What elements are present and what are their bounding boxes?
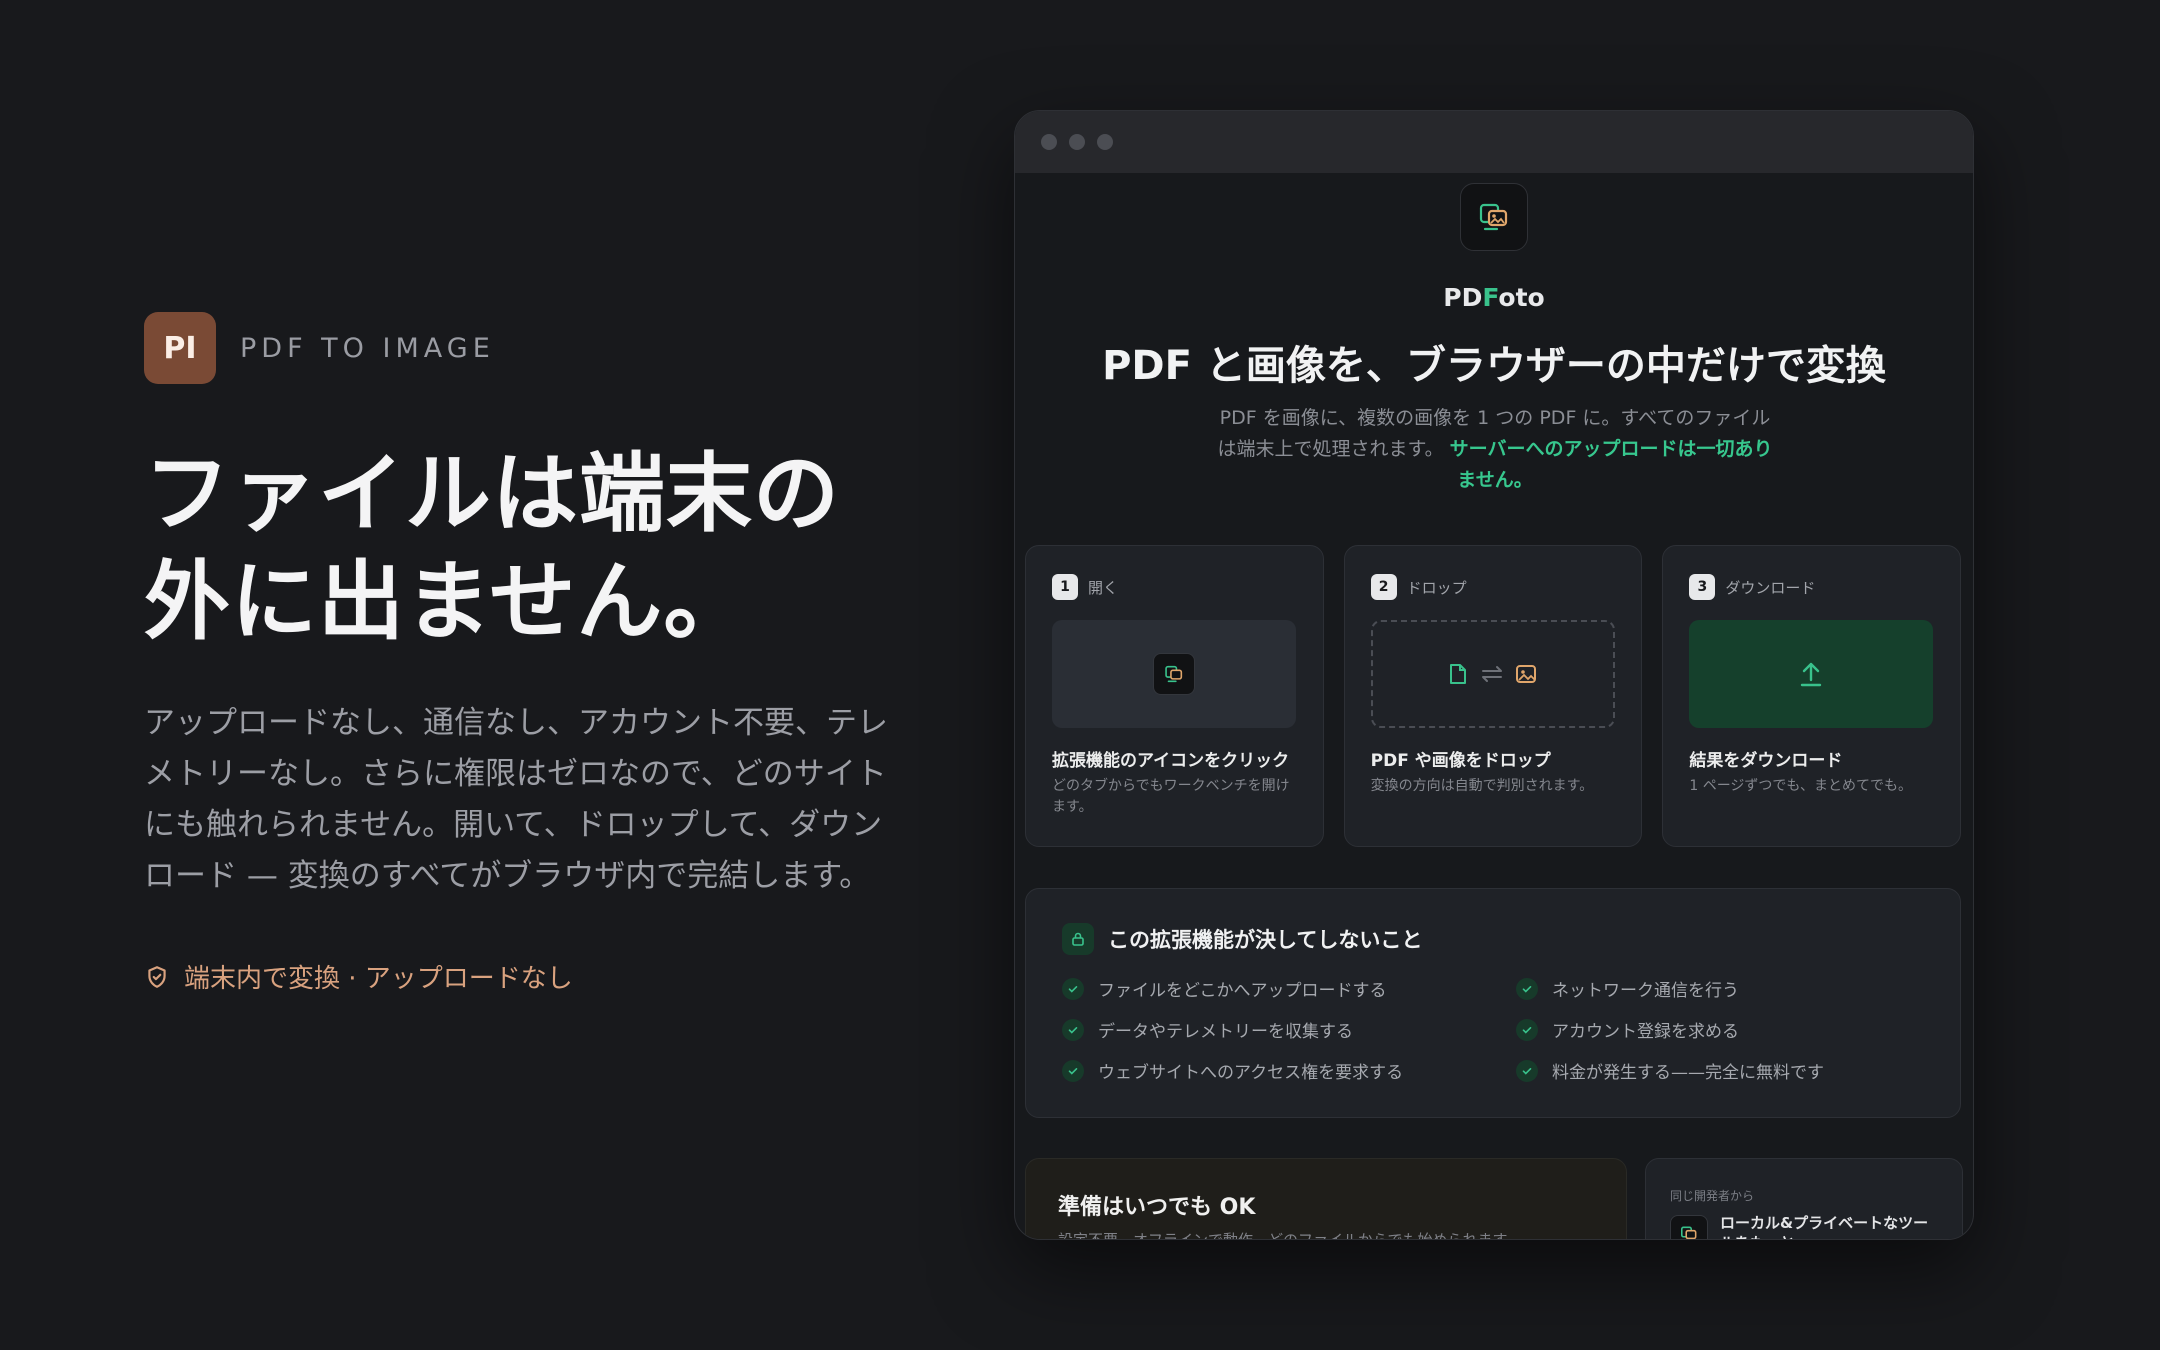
list-item-label: ファイルをどこかへアップロードする [1098,981,1387,1001]
ready-subtitle: 設定不要、オフラインで動作。どのファイルからでも始められます。 [1058,1231,1522,1240]
step-description: 変換の方向は自動で判別されます。 [1370,778,1594,794]
drop-zone[interactable] [1370,620,1615,728]
brand-tagline: PDF TO IMAGE [240,332,495,364]
lock-icon [1062,923,1094,955]
brand: PI PDF TO IMAGE [144,312,924,384]
hero-title: ファイルは端末の 外に出ません。 [144,440,924,656]
never-do-header: この拡張機能が決してしないこと [1062,923,1422,955]
file-to-image-icon [1449,664,1536,684]
list-item-label: ウェブサイトへのアクセス権を要求する [1098,1063,1404,1083]
list-item-label: ネットワーク通信を行う [1552,981,1739,1001]
step-label: ドロップ [1406,578,1467,597]
more-tools-link[interactable]: ローカル&プライベートなツールをもっと [1720,1213,1940,1239]
step-label: 開く [1088,578,1119,597]
step-number: 3 [1689,574,1716,600]
ready-title: 準備はいつでも OK [1058,1195,1256,1220]
extension-icon [1153,653,1195,695]
check-icon [1062,1059,1084,1082]
brand-logo: PI [144,312,216,384]
list-item: ウェブサイトへのアクセス権を要求する [1062,1059,1516,1083]
app-name: PDFoto [1015,283,1973,312]
step-description: 1 ページずつでも、まとめてでも。 [1689,778,1913,794]
more-tools-caption: 同じ開発者から [1670,1189,1755,1203]
shield-check-icon [148,965,166,988]
step-header: 1 開く [1052,574,1118,600]
page-title: PDF と画像を、ブラウザーの中だけで変換 [1102,343,1886,389]
step-number: 1 [1052,574,1078,600]
page-subtitle-highlight: サーバーへのアップロードは一切ありません。 [1449,438,1773,491]
steps-row: 1 開く 拡張機能のアイコンをクリック どのタブからでもワークベンチを開けます。 [1025,545,1962,847]
window-titlebar [1015,111,1973,173]
never-do-list: ファイルをどこかへアップロードする ネットワーク通信を行う データやテレメトリー… [1062,977,1922,1083]
step-number: 2 [1370,574,1397,600]
download-illustration [1689,620,1934,728]
privacy-badge-label: 端末内で変換 · アップロードなし [184,964,573,994]
upload-arrow-icon [1801,662,1822,687]
step-title: 結果をダウンロード [1689,751,1843,771]
tool-icon [1670,1215,1708,1239]
list-item-label: 料金が発生する——完全に無料です [1552,1063,1824,1083]
step-header: 3 ダウンロード [1689,574,1815,600]
list-item: データやテレメトリーを収集する [1062,1018,1516,1042]
page-subtitle: PDF を画像に、複数の画像を 1 つの PDF に。すべてのファイルは端末上で… [1215,403,1775,496]
step-title: 拡張機能のアイコンをクリック [1052,751,1290,771]
pdfoto-logo-icon [1165,665,1183,683]
list-item-label: データやテレメトリーを収集する [1098,1022,1353,1042]
list-item: ファイルをどこかへアップロードする [1062,977,1516,1001]
app-name-part1: PD [1443,283,1483,312]
step-card-drop: 2 ドロップ PDF や画像をドロップ 変換の方向は自動で判別されます。 [1343,545,1643,847]
app-name-part3: oto [1498,283,1545,312]
app-icon [1460,183,1528,251]
check-icon [1516,1059,1538,1082]
list-item: ネットワーク通信を行う [1516,977,1916,1001]
hero-title-line2: 外に出ません。 [144,552,751,652]
privacy-badge: 端末内で変換 · アップロードなし [144,958,924,995]
browser-window: PDFoto PDF と画像を、ブラウザーの中だけで変換 PDF を画像に、複数… [1014,110,1974,1240]
check-icon [1516,977,1538,1000]
step-title: PDF や画像をドロップ [1370,751,1551,771]
step-header: 2 ドロップ [1370,574,1467,600]
step-card-download: 3 ダウンロード 結果をダウンロード 1 ページずつでも、まとめてでも。 [1662,545,1962,847]
window-minimize-dot[interactable] [1069,134,1085,150]
step-description: どのタブからでもワークベンチを開けます。 [1052,778,1290,815]
hero-description: アップロードなし、通信なし、アカウント不要、テレメトリーなし。さらに権限はゼロな… [144,705,888,894]
pdfoto-logo-icon [1479,203,1508,231]
ready-card: 準備はいつでも OK 設定不要、オフラインで動作。どのファイルからでも始められま… [1025,1158,1627,1240]
list-item: 料金が発生する——完全に無料です [1516,1059,1916,1083]
extension-page: PDFoto PDF と画像を、ブラウザーの中だけで変換 PDF を画像に、複数… [1015,173,1973,1239]
window-maximize-dot[interactable] [1097,134,1113,150]
window-close-dot[interactable] [1041,134,1057,150]
more-tools-card[interactable]: 同じ開発者から ローカル&プライベートなツールをもっと [1645,1158,1963,1239]
app-name-accent: F [1482,283,1499,312]
hero-section: PI PDF TO IMAGE ファイルは端末の 外に出ません。 アップロードな… [144,312,924,995]
step-label: ダウンロード [1725,578,1816,597]
step-illustration [1052,620,1296,728]
never-do-panel: この拡張機能が決してしないこと ファイルをどこかへアップロードする ネットワーク… [1025,888,1961,1118]
check-icon [1062,977,1084,1000]
check-icon [1516,1018,1538,1041]
step-card-open: 1 開く 拡張機能のアイコンをクリック どのタブからでもワークベンチを開けます。 [1025,545,1324,847]
hero-title-line1: ファイルは端末の [144,444,840,544]
never-do-title: この拡張機能が決してしないこと [1108,928,1423,952]
list-item-label: アカウント登録を求める [1552,1022,1739,1042]
list-item: アカウント登録を求める [1516,1018,1916,1042]
check-icon [1062,1018,1084,1041]
